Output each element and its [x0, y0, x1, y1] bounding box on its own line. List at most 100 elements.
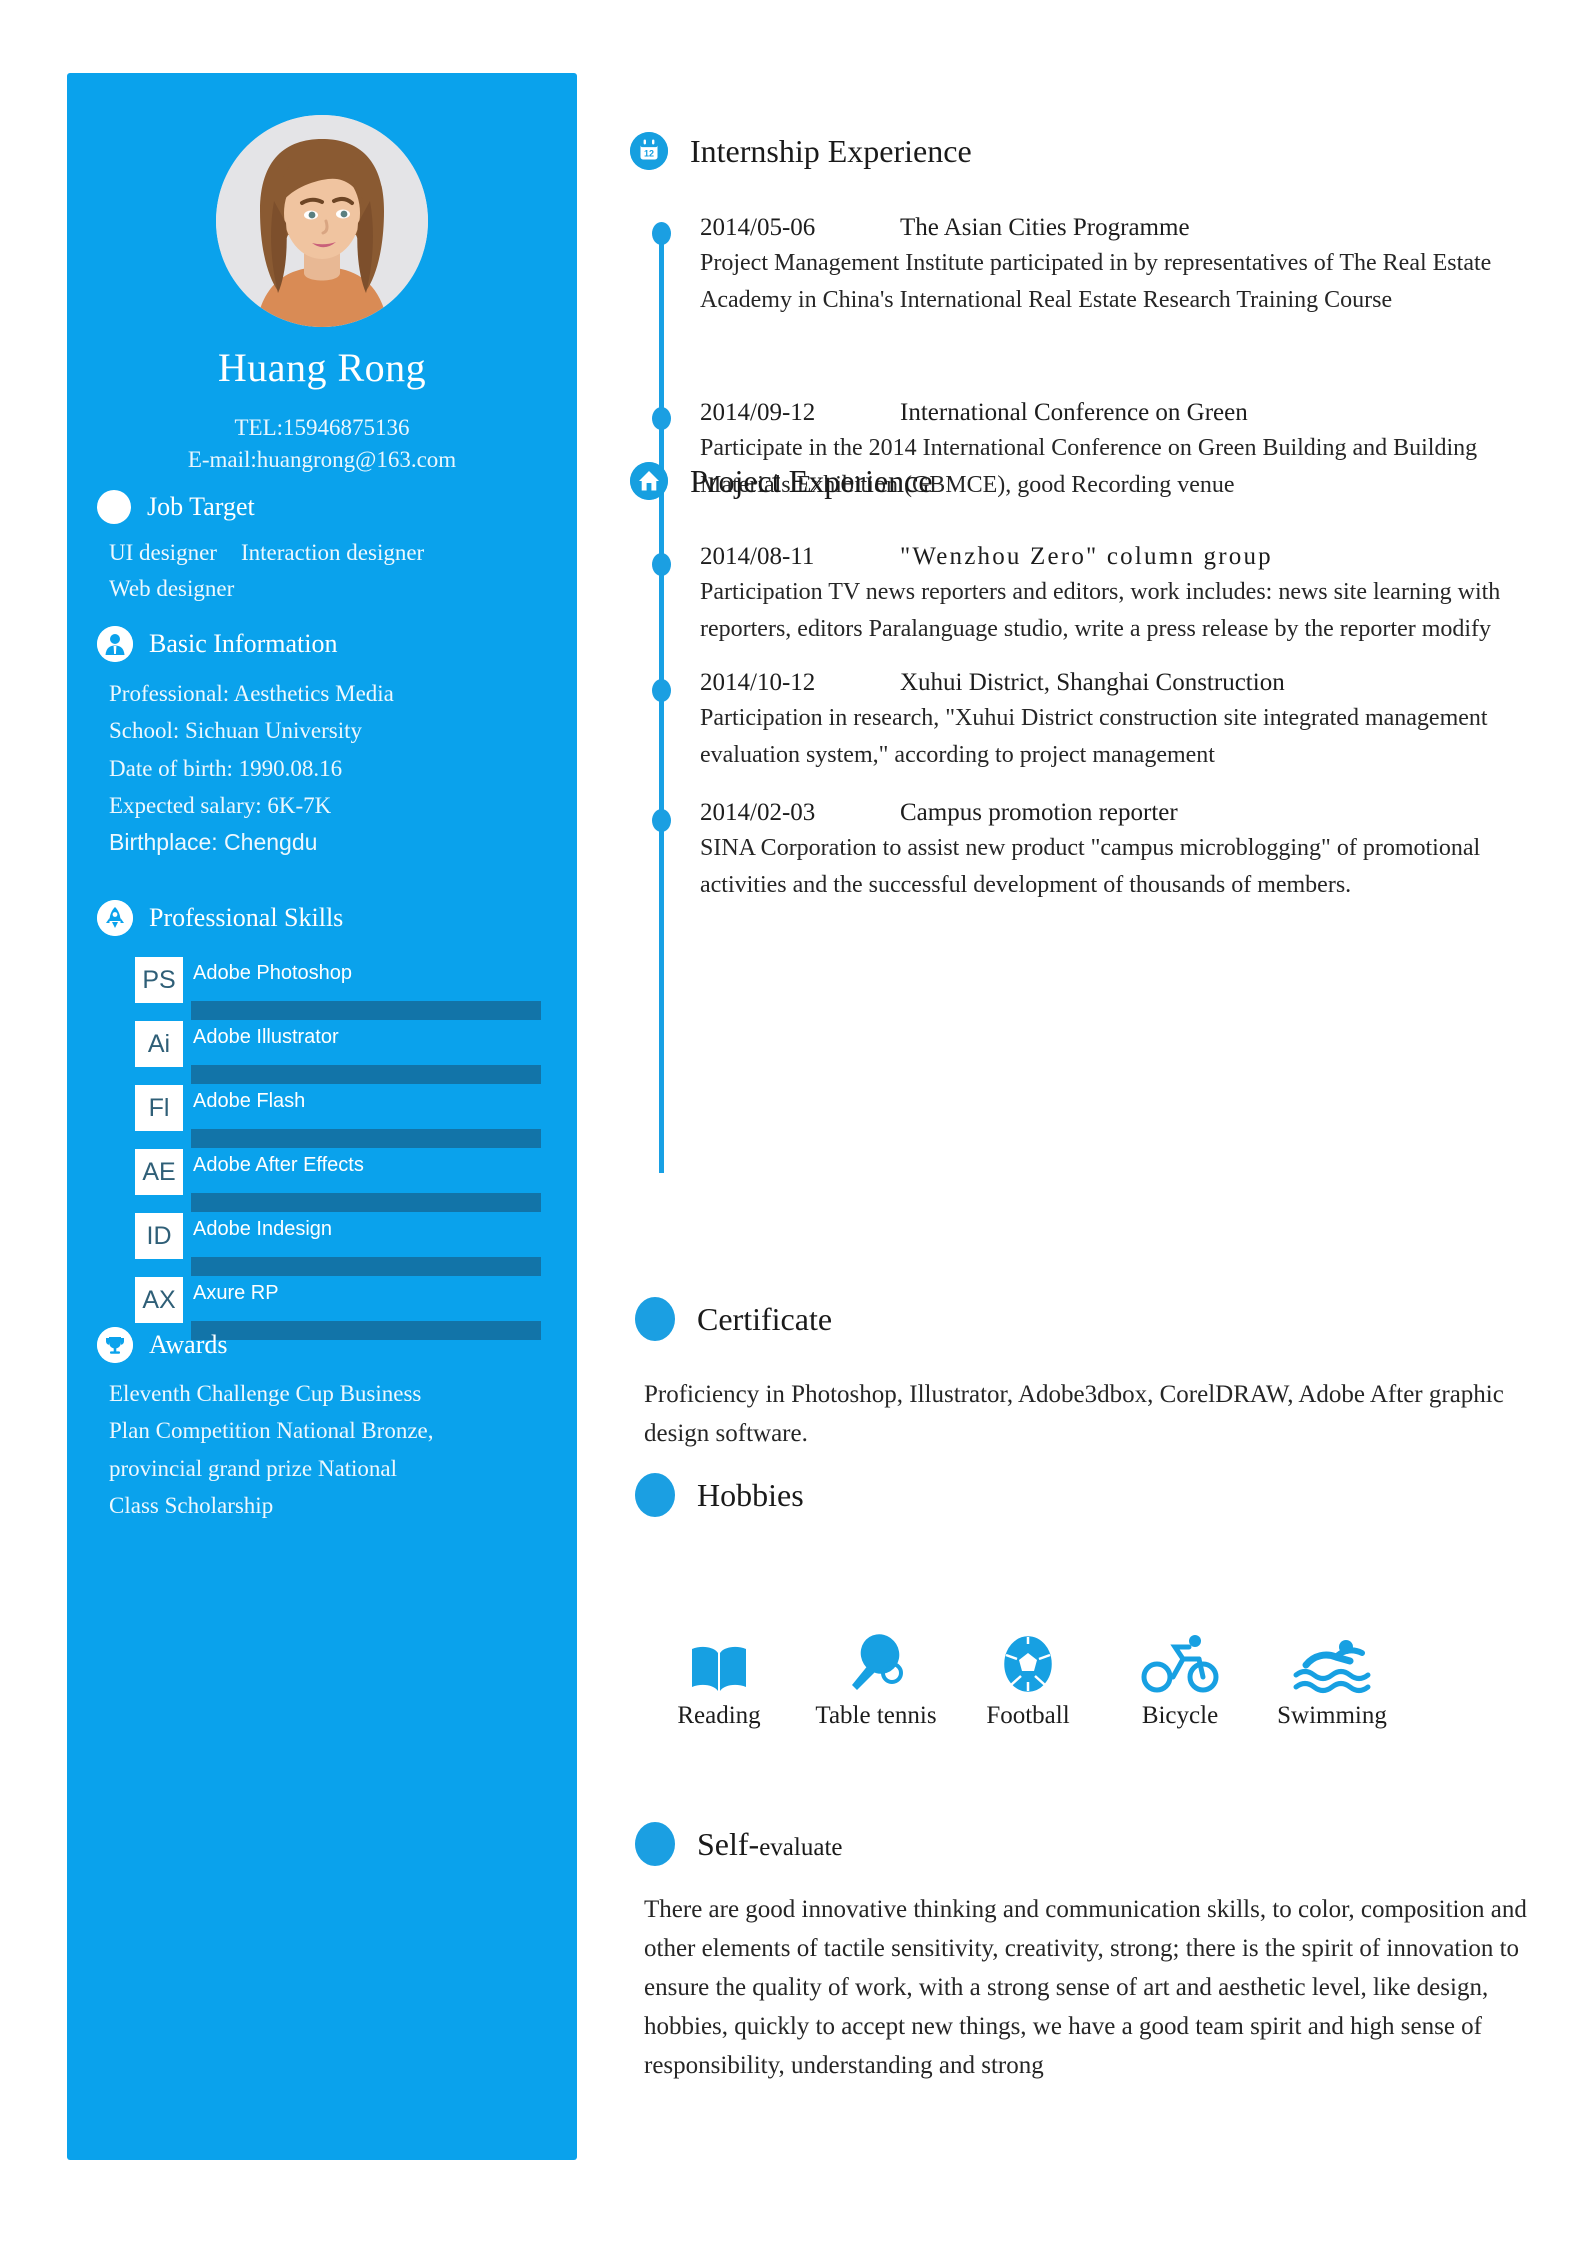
svg-text:12: 12	[644, 149, 654, 159]
skill-row: PS Adobe Photoshop	[135, 957, 575, 1021]
section-header-internship-experience: 12 Internship Experience	[630, 132, 972, 170]
white-dot-icon	[97, 490, 131, 524]
skill-abbr-badge: Fl	[135, 1085, 183, 1131]
awards-line: Plan Competition National Bronze,	[109, 1418, 434, 1444]
skill-name: Adobe After Effects	[193, 1154, 364, 1176]
entry-description: Participation in research, "Xuhui Distri…	[700, 705, 1488, 769]
skill-row: ID Adobe Indesign	[135, 1213, 575, 1277]
skill-abbr-badge: Ai	[135, 1021, 183, 1067]
skill-progress-bar	[191, 1065, 541, 1084]
job-target-list: UI designer Interaction designer Web desi…	[109, 535, 549, 608]
section-header-job-target: Job Target	[97, 490, 255, 524]
timeline-line	[659, 232, 664, 564]
football-icon	[948, 1625, 1108, 1695]
person-badge-icon	[97, 626, 133, 662]
entry-description: SINA Corporation to assist new product "…	[700, 835, 1481, 899]
skills-list: PS Adobe Photoshop Ai Adobe Illustrator …	[135, 957, 575, 1341]
hobby-item: Football	[948, 1625, 1108, 1728]
entry-title: The Asian Cities Programme	[900, 214, 1190, 241]
section-header-project-experience: Project Experience	[630, 462, 933, 500]
page-title: Huang Rong	[217, 345, 427, 390]
entry-title: International Conference on Green	[900, 399, 1248, 426]
blue-dot-icon	[635, 1473, 675, 1517]
skill-name: Axure RP	[193, 1282, 279, 1304]
entry-date: 2014/09-12	[700, 399, 816, 426]
basic-info-row: Professional: Aesthetics Media	[109, 681, 394, 706]
skill-name: Adobe Indesign	[193, 1218, 333, 1240]
email-text: E-mail:huangrong@163.com	[187, 447, 457, 472]
sidebar-panel: Huang Rong TEL:15946875136 E-mail:huangr…	[67, 73, 577, 2160]
trophy-icon	[97, 1327, 133, 1363]
book-icon	[639, 1625, 799, 1695]
awards-line: Eleventh Challenge Cup Business	[109, 1381, 422, 1406]
section-header-hobbies: Hobbies	[635, 1473, 804, 1517]
hobby-item: Reading	[639, 1625, 799, 1728]
self-evaluate-text: There are good innovative thinking and c…	[644, 1896, 1527, 2079]
portrait-photo-icon	[216, 115, 428, 327]
section-title: Self-evaluate	[697, 1828, 842, 1860]
section-title: Internship Experience	[690, 133, 972, 169]
section-header-professional-skills: Professional Skills	[97, 900, 343, 936]
hobby-label: Table tennis	[815, 1702, 937, 1729]
hobby-label: Football	[986, 1702, 1070, 1729]
project-entry: 2014/10-12 Xuhui District, Shanghai Const…	[700, 667, 1560, 775]
calendar-icon: 12	[630, 132, 668, 170]
skill-progress-bar	[191, 1257, 541, 1276]
timeline-dot	[652, 553, 671, 576]
skill-row: Fl Adobe Flash	[135, 1085, 575, 1149]
basic-info-row: School: Sichuan University	[109, 718, 362, 744]
section-title: Awards	[149, 1330, 228, 1359]
section-title: Job Target	[147, 492, 255, 521]
skill-row: AE Adobe After Effects	[135, 1149, 575, 1213]
skill-progress-bar	[191, 1321, 541, 1340]
entry-description: Participation TV news reporters and edit…	[700, 579, 1501, 643]
skill-progress-bar	[191, 1193, 541, 1212]
entry-title: Campus promotion reporter	[900, 799, 1178, 826]
timeline-dot	[652, 407, 671, 430]
swimming-icon	[1252, 1625, 1412, 1695]
blue-dot-icon	[635, 1822, 675, 1866]
basic-information-list: Professional: Aesthetics Media School: S…	[109, 675, 549, 861]
table-tennis-icon	[796, 1625, 956, 1695]
section-title: Basic Information	[149, 629, 338, 658]
project-entry: 2014/02-03 Campus promotion reporter SINA…	[700, 797, 1560, 905]
entry-date: 2014/08-11	[700, 543, 815, 570]
certificate-text: Proficiency in Photoshop, Illustrator, A…	[644, 1381, 1504, 1447]
hobby-label: Bicycle	[1141, 1702, 1219, 1729]
skill-name: Adobe Flash	[193, 1090, 306, 1112]
blue-dot-icon	[635, 1297, 675, 1341]
basic-info-row: Date of birth: 1990.08.16	[109, 755, 343, 781]
entry-description: Project Management Institute participate…	[700, 250, 1492, 314]
awards-line: provincial grand prize National	[109, 1455, 398, 1481]
basic-info-row: Birthplace: Chengdu	[109, 829, 318, 855]
awards-text: Eleventh Challenge Cup Business Plan Com…	[109, 1375, 529, 1524]
section-title: Certificate	[697, 1301, 833, 1337]
self-evaluate-strong: Self-	[697, 1826, 760, 1862]
avatar	[216, 115, 428, 327]
entry-date: 2014/05-06	[700, 214, 816, 241]
basic-info-row: Expected salary: 6K-7K	[109, 792, 332, 818]
hobby-item: Table tennis	[796, 1625, 956, 1728]
timeline-dot	[652, 679, 671, 702]
hobby-item: Swimming	[1252, 1625, 1412, 1728]
awards-line: Class Scholarship	[109, 1492, 274, 1518]
skill-name: Adobe Illustrator	[193, 1026, 339, 1048]
project-entry: 2014/08-11 "Wenzhou Zero" column group Pa…	[700, 541, 1560, 649]
entry-date: 2014/02-03	[700, 799, 816, 826]
hobby-item: Bicycle	[1100, 1625, 1260, 1728]
skill-abbr-badge: ID	[135, 1213, 183, 1259]
skill-name: Adobe Photoshop	[193, 962, 353, 984]
skill-abbr-badge: AE	[135, 1149, 183, 1195]
skill-progress-bar	[191, 1001, 541, 1020]
skill-abbr-badge: AX	[135, 1277, 183, 1323]
section-header-basic-information: Basic Information	[97, 626, 337, 662]
phone-text: TEL:15946875136	[234, 415, 410, 440]
section-title: Project Experience	[690, 463, 933, 499]
section-header-awards: Awards	[97, 1327, 227, 1363]
job-target-item: UI designer	[109, 540, 217, 565]
job-target-item: Web designer	[109, 576, 235, 602]
home-icon	[630, 462, 668, 500]
skill-abbr-badge: PS	[135, 957, 183, 1003]
bicycle-icon	[1100, 1625, 1260, 1695]
section-title: Professional Skills	[149, 903, 344, 932]
